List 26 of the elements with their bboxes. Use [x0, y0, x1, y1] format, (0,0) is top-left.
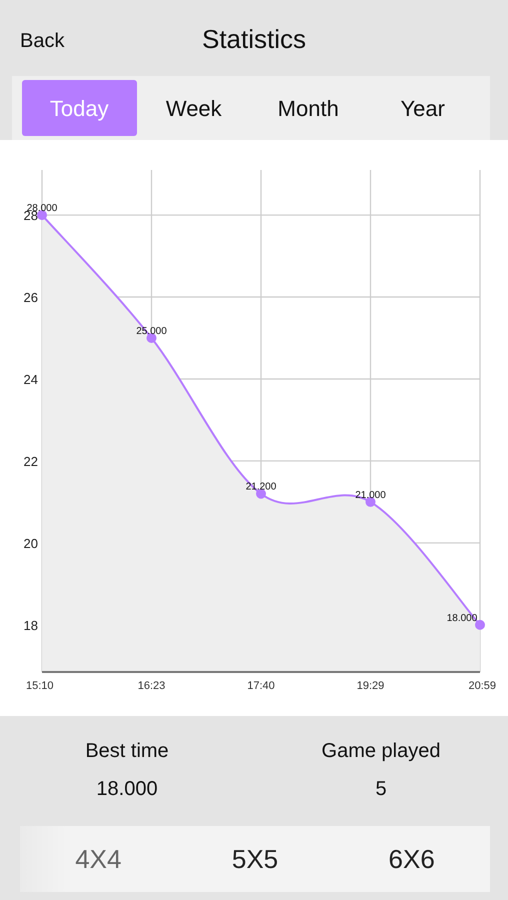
y-tick-label: 20: [24, 536, 38, 551]
board-size-option[interactable]: 5X5: [176, 826, 334, 892]
x-tick-label: 20:59: [468, 680, 496, 692]
period-tab[interactable]: Year: [366, 80, 480, 136]
back-button[interactable]: Back: [20, 26, 64, 56]
data-point: [366, 496, 376, 507]
data-label: 21.000: [355, 490, 386, 501]
stat-label: Game played: [322, 740, 440, 762]
screen-title: Statistics: [202, 24, 306, 54]
y-tick-label: 18: [24, 618, 38, 633]
data-label: 18.000: [446, 612, 478, 624]
stat-value: 18.000: [96, 778, 158, 800]
board-size-option[interactable]: 6X6: [333, 826, 490, 892]
stat-label: Best time: [85, 740, 169, 762]
x-tick-label: 17:40: [247, 680, 275, 692]
period-tab[interactable]: Week: [136, 80, 251, 136]
y-tick-label: 26: [24, 290, 38, 306]
y-tick-label: 24: [24, 372, 38, 387]
data-point: [37, 210, 47, 220]
x-tick-label: 15:10: [26, 680, 54, 692]
x-tick-label: 16:23: [138, 680, 166, 692]
stat-value: 5: [375, 778, 387, 800]
x-tick-label: 19:29: [356, 680, 384, 692]
data-point: [475, 620, 485, 630]
y-tick-label: 22: [24, 454, 38, 469]
period-tab[interactable]: Month: [251, 80, 366, 136]
